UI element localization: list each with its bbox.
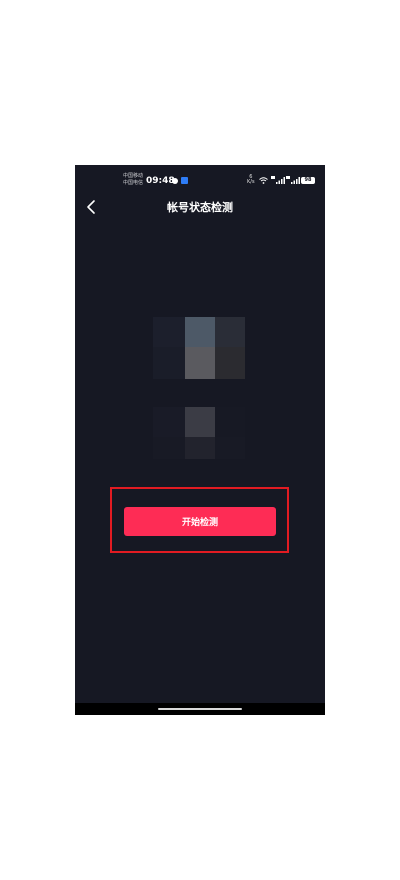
network-speed-unit: K/s xyxy=(247,179,255,185)
carrier-names: 中国移动 中国电信 xyxy=(123,173,143,187)
phone-screen: 中国移动 中国电信 09:48 6 K/s 98 帐号状态检测 开始检测 xyxy=(75,165,325,715)
start-detection-button[interactable]: 开始检测 xyxy=(124,507,276,536)
page-title: 帐号状态检测 xyxy=(167,201,233,214)
network-speed: 6 K/s xyxy=(247,175,255,185)
cell-signal-icon xyxy=(286,176,300,184)
wifi-icon xyxy=(259,177,268,184)
blurred-account-name xyxy=(153,407,245,459)
app-notification-icon xyxy=(181,177,188,184)
notification-dot-icon xyxy=(172,178,178,184)
home-indicator[interactable] xyxy=(158,708,242,710)
cell-signal-icon xyxy=(271,176,285,184)
status-time: 09:48 xyxy=(146,176,175,186)
status-bar: 中国移动 中国电信 09:48 6 K/s 98 xyxy=(75,165,325,195)
carrier-2: 中国电信 xyxy=(123,180,144,186)
blurred-avatar xyxy=(153,317,245,379)
battery-icon: 98 xyxy=(301,177,315,184)
carrier-1: 中国移动 xyxy=(123,173,144,179)
